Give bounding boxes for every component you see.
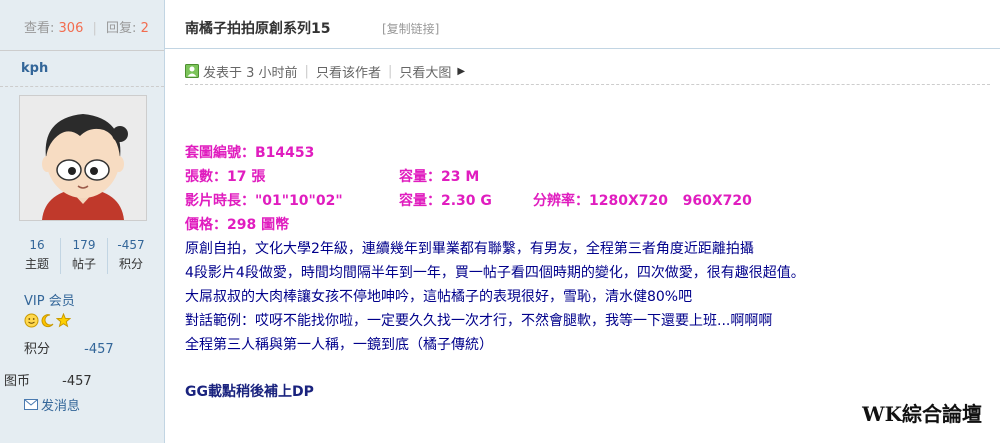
points-label: 积分 [24, 342, 51, 357]
avatar[interactable] [19, 95, 147, 221]
medal-row [24, 313, 71, 328]
thread-title: 南橘子拍拍原創系列15 [185, 21, 331, 37]
profile-stats: 16 主题 179 帖子 -457 积分 [14, 238, 154, 274]
stat-label: 积分 [118, 257, 143, 271]
capacity-images: 容量：23 M [399, 169, 480, 185]
online-status-icon [185, 64, 199, 78]
forum-watermark: WK綜合論壇 [862, 402, 982, 426]
stat-threads[interactable]: 16 主题 [14, 238, 60, 274]
play-arrow-icon[interactable]: ▶ [457, 66, 465, 77]
envelope-icon [24, 399, 38, 410]
post-paragraph: 4段影片4段做愛，時間均間隔半年到一年，買一帖子看四個時期的變化，四次做愛，很有… [185, 265, 805, 281]
capacity-video: 容量：2.30 G [399, 193, 492, 209]
download-note: GG載點稍後補上DP [185, 384, 314, 400]
posted-time: 发表于 3 小时前 [203, 65, 298, 81]
coins-value: -457 [62, 374, 92, 389]
copy-link-button[interactable]: [复制链接] [382, 20, 439, 37]
coins-row: 图币 -457 [4, 370, 92, 389]
stat-points[interactable]: -457 积分 [107, 238, 154, 274]
stat-label: 帖子 [71, 257, 96, 271]
post-paragraph: 原創自拍，文化大學2年級，連續幾年到畢業都有聯繫，有男友，全程第三者角度近距離拍… [185, 241, 754, 257]
image-count: 張數：17 張 [185, 169, 266, 185]
thread-title-bar: 南橘子拍拍原創系列15 [复制链接] [165, 0, 1000, 49]
info-line-set-number: 套圖編號：B14453 [185, 141, 1000, 165]
meta-divider: | [387, 63, 393, 79]
set-number: 套圖編號：B14453 [185, 145, 315, 161]
post-main: 南橘子拍拍原創系列15 [复制链接] 发表于 3 小时前 | 只看该作者 | 只… [165, 0, 1000, 443]
thread-stats: 查看: 306 | 回复: 2 [0, 0, 164, 50]
coins-label: 图币 [4, 374, 31, 389]
post-paragraph: 對話範例：哎呀不能找你啦，一定要久久找一次才行，不然會腿軟，我等一下還要上班..… [185, 313, 773, 329]
stat-value: 179 [72, 238, 96, 252]
resolution: 分辨率：1280X720 960X720 [533, 193, 752, 209]
points-row: 积分 -457 [24, 338, 114, 357]
stat-value: 16 [29, 238, 45, 252]
send-message-link[interactable]: 发消息 [24, 395, 80, 414]
stat-label: 主题 [24, 257, 49, 271]
stats-divider: | [92, 21, 97, 36]
replies-label: 回复: [106, 21, 137, 36]
user-group[interactable]: VIP 会员 [24, 290, 75, 309]
stat-value: -457 [117, 238, 145, 252]
author-sidebar: 查看: 306 | 回复: 2 kph 16 主题 179 帖子 -457 积分… [0, 0, 165, 443]
points-value[interactable]: -457 [84, 342, 114, 357]
large-image-link[interactable]: 只看大图 [399, 62, 451, 81]
replies-count: 2 [140, 21, 149, 36]
post-meta: 发表于 3 小时前 | 只看该作者 | 只看大图 ▶ [185, 58, 990, 85]
video-duration: 影片時長："01"10"02" [185, 193, 343, 209]
post-paragraph: 大屌叔叔的大肉棒讓女孩不停地呻吟，這帖橘子的表現很好，雪恥，清水健80%吧 [185, 289, 693, 305]
star-medal-icon[interactable] [56, 313, 71, 328]
smile-medal-icon[interactable] [24, 313, 39, 328]
post-content: 套圖編號：B14453 張數：17 張 容量：23 M 影片時長："01"10"… [185, 141, 1000, 357]
info-line-price: 價格：298 圖幣 [185, 213, 1000, 237]
avatar-image [20, 96, 146, 220]
price: 價格：298 圖幣 [185, 217, 290, 233]
info-line-video: 影片時長："01"10"02" 容量：2.30 G 分辨率：1280X720 9… [185, 189, 1000, 213]
views-label: 查看: [24, 21, 55, 36]
author-only-link[interactable]: 只看该作者 [316, 62, 381, 81]
views-count: 306 [58, 21, 84, 36]
send-message-label: 发消息 [41, 399, 81, 414]
stat-posts[interactable]: 179 帖子 [60, 238, 107, 274]
author-username[interactable]: kph [0, 50, 164, 87]
info-line-count: 張數：17 張 容量：23 M [185, 165, 1000, 189]
moon-medal-icon[interactable] [40, 313, 55, 328]
post-paragraph: 全程第三人稱與第一人稱，一鏡到底（橘子傳統） [185, 337, 493, 353]
meta-divider: | [304, 63, 309, 79]
